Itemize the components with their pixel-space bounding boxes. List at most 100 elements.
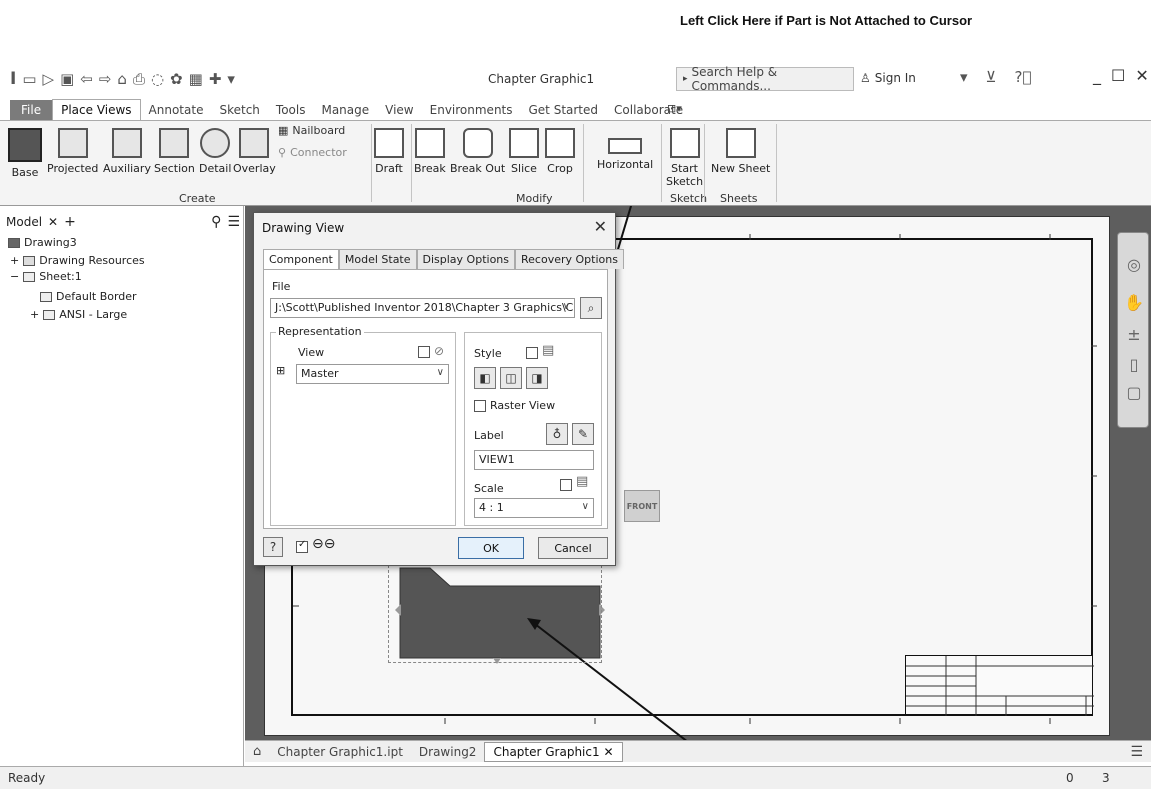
new-sheet-button[interactable]: New Sheet (711, 128, 770, 175)
view-preview-frame[interactable] (388, 565, 602, 663)
view-representation-combo[interactable]: Master ∨ (296, 364, 449, 384)
tab-display-options[interactable]: Display Options (416, 249, 516, 269)
undo-icon[interactable]: ⇦ (80, 70, 93, 88)
doc-tab-chapter-graphic1-ipt[interactable]: Chapter Graphic1.ipt (269, 743, 411, 761)
crop-button[interactable]: Crop (545, 128, 575, 175)
expand-icon[interactable]: + (10, 254, 19, 267)
tab-tools[interactable]: Tools (268, 100, 314, 120)
print-icon[interactable]: ⎙ (133, 70, 145, 88)
tab-extra-icon[interactable]: ⊡▾ (667, 102, 682, 115)
tab-model-state[interactable]: Model State (338, 249, 417, 269)
style-from-base-checkbox[interactable] (526, 347, 538, 359)
parameters-icon[interactable]: ▦ (189, 70, 203, 88)
expand-icon[interactable]: + (30, 308, 39, 321)
tab-environments[interactable]: Environments (422, 100, 521, 120)
panel-separator (371, 124, 372, 202)
tab-component[interactable]: Component (263, 249, 339, 269)
scale-combo[interactable]: 4 : 1 ∨ (474, 498, 594, 518)
sketch-panel-label: Sketch (670, 192, 708, 205)
horizontal-button[interactable]: Horizontal (597, 138, 653, 171)
detail-view-button[interactable]: Detail (199, 128, 231, 175)
preview-checkbox[interactable]: ✓ (296, 539, 308, 553)
hidden-line-button[interactable]: ◧ (474, 367, 496, 389)
edit-view-label-button[interactable]: ✎ (572, 423, 594, 445)
tree-item-drawing-resources[interactable]: + Drawing Resources (10, 254, 145, 267)
steering-wheel-icon[interactable]: ◎ (1124, 255, 1144, 275)
pan-icon[interactable]: ✋ (1124, 293, 1144, 313)
tab-get-started[interactable]: Get Started (521, 100, 607, 120)
slice-button[interactable]: Slice (509, 128, 539, 175)
doc-tab-chapter-graphic1[interactable]: Chapter Graphic1 ✕ (484, 741, 623, 762)
tab-recovery-options[interactable]: Recovery Options (515, 249, 624, 269)
open-existing-file-button[interactable]: ⌕ (580, 297, 602, 319)
zoom-all-icon[interactable]: ▯ (1124, 355, 1144, 375)
sign-in-button[interactable]: ♙ Sign In (860, 71, 916, 85)
help-button[interactable]: ? (263, 537, 283, 557)
label-input[interactable]: VIEW1 (474, 450, 594, 470)
nailboard-button[interactable]: ▦ Nailboard (278, 124, 345, 137)
maximize-icon[interactable]: ☐ (1111, 66, 1125, 85)
new-file-icon[interactable]: ▭ (22, 70, 36, 88)
tree-item-ansi-large[interactable]: + ANSI - Large (30, 308, 127, 321)
appearance-icon[interactable]: ✿ (170, 70, 183, 88)
collapse-icon[interactable]: − (10, 270, 19, 283)
tab-annotate[interactable]: Annotate (141, 100, 212, 120)
tree-item-drawing[interactable]: Drawing3 (8, 236, 77, 249)
zoom-icon[interactable]: ± (1124, 325, 1144, 345)
search-icon[interactable]: ⚲ (211, 214, 221, 230)
cart-icon[interactable]: ⊻ (986, 68, 997, 86)
title-block-grid (906, 656, 1094, 716)
tab-sketch[interactable]: Sketch (211, 100, 267, 120)
redo-icon[interactable]: ⇨ (99, 70, 112, 88)
scale-from-base-checkbox[interactable] (560, 479, 572, 491)
section-view-button[interactable]: Section (154, 128, 195, 175)
home-icon[interactable]: ⌂ (117, 70, 127, 88)
menu-icon[interactable]: ☰ (227, 214, 240, 230)
open-file-icon[interactable]: ▷ (43, 70, 55, 88)
help-icon[interactable]: ?⃝ (1015, 68, 1032, 86)
tab-file[interactable]: File (10, 100, 53, 120)
browser-tab-model[interactable]: Model (6, 215, 42, 229)
tab-manage[interactable]: Manage (313, 100, 377, 120)
projected-view-button[interactable]: Projected (47, 128, 98, 175)
hidden-line-removed-button[interactable]: ◫ (500, 367, 522, 389)
base-view-button[interactable]: Base (8, 128, 42, 179)
doc-tab-drawing2[interactable]: Drawing2 (411, 743, 485, 761)
toggle-label-visibility-button[interactable]: ♁ (546, 423, 568, 445)
home-tab-icon[interactable]: ⌂ (245, 742, 269, 761)
zoom-window-icon[interactable]: ▢ (1124, 383, 1144, 403)
close-tab-icon[interactable]: ✕ (48, 215, 58, 229)
start-sketch-button[interactable]: Start Sketch (666, 128, 703, 188)
view-associative-checkbox[interactable] (418, 346, 430, 358)
close-icon[interactable]: ✕ (603, 745, 613, 759)
tab-list-menu-icon[interactable]: ☰ (1122, 742, 1151, 762)
tab-view[interactable]: View (377, 100, 421, 120)
close-icon[interactable]: ✕ (1135, 66, 1148, 85)
overlay-view-button[interactable]: Overlay (233, 128, 276, 175)
minimize-icon[interactable]: _ (1093, 66, 1101, 85)
shaded-button[interactable]: ◨ (526, 367, 548, 389)
material-icon[interactable]: ◌ (151, 70, 164, 88)
ok-button[interactable]: OK (458, 537, 524, 559)
cancel-button[interactable]: Cancel (538, 537, 608, 559)
tree-item-default-border[interactable]: Default Border (40, 290, 137, 303)
add-icon[interactable]: ✚ (209, 70, 222, 88)
dropdown-icon[interactable]: ▾ (960, 68, 968, 86)
file-path-combo[interactable]: J:\Scott\Published Inventor 2018\Chapter… (270, 298, 575, 318)
close-icon[interactable]: ✕ (594, 217, 607, 236)
break-out-button[interactable]: Break Out (450, 128, 505, 175)
title-block-icon (43, 309, 56, 320)
add-tab-icon[interactable]: + (64, 214, 76, 230)
tree-item-sheet[interactable]: − Sheet:1 (10, 270, 82, 283)
draft-view-button[interactable]: Draft (374, 128, 404, 175)
auxiliary-view-button[interactable]: Auxiliary (103, 128, 151, 175)
tab-place-views[interactable]: Place Views (52, 99, 141, 120)
save-icon[interactable]: ▣ (60, 70, 74, 88)
search-input[interactable]: ▸ Search Help & Commands... (676, 65, 854, 93)
break-button[interactable]: Break (414, 128, 446, 175)
app-logo-icon[interactable]: I (10, 70, 16, 88)
viewcube-front[interactable]: FRONT (624, 490, 660, 522)
connector-button[interactable]: ⚲ Connector (278, 146, 347, 159)
customize-qat-icon[interactable]: ▾ (227, 70, 235, 88)
raster-view-checkbox[interactable] (474, 400, 486, 412)
